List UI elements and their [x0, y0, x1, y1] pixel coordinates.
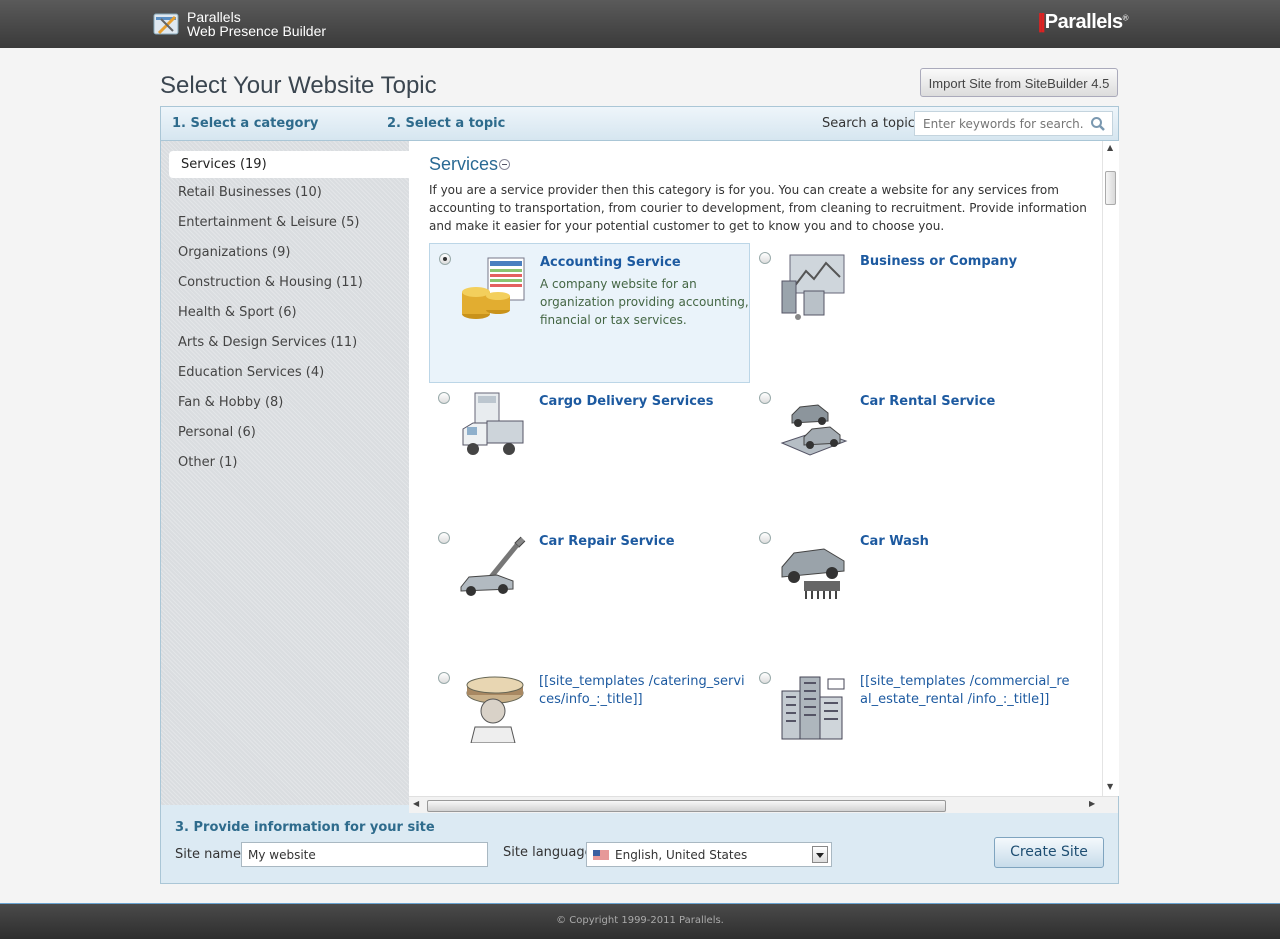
- topic-item-commercial-real-estate[interactable]: [[site_templates /commercial_real_estate…: [750, 663, 1071, 796]
- topic-description: A company website for an organization pr…: [540, 277, 749, 327]
- page-title: Select Your Website Topic: [160, 72, 437, 99]
- topic-title[interactable]: Car Repair Service: [539, 533, 749, 551]
- search-icon[interactable]: [1090, 116, 1106, 132]
- top-bar: Parallels Web Presence Builder || Paralle…: [0, 0, 1280, 48]
- topic-radio[interactable]: [438, 392, 450, 404]
- app-name-line1: Parallels: [187, 9, 241, 25]
- collapse-icon[interactable]: [499, 159, 510, 170]
- topic-item-car-wash[interactable]: Car Wash: [750, 523, 1071, 663]
- vertical-scroll-thumb[interactable]: [1105, 171, 1116, 205]
- wizard-panel: 1. Select a category 2. Select a topic S…: [160, 106, 1119, 884]
- truck-icon: [462, 392, 524, 455]
- horizontal-scrollbar[interactable]: ◀ ▶: [409, 796, 1118, 813]
- vendor-logo: || Parallels®: [1037, 11, 1129, 34]
- create-site-button[interactable]: Create Site: [994, 837, 1104, 868]
- copyright-text: © Copyright 1999-2011 Parallels.: [556, 915, 724, 926]
- topic-item-car-rental[interactable]: Car Rental Service: [750, 383, 1071, 523]
- topic-item-car-repair[interactable]: Car Repair Service: [429, 523, 750, 663]
- category-item-organizations[interactable]: Organizations (9): [178, 245, 290, 260]
- topic-radio[interactable]: [759, 672, 771, 684]
- topic-item-catering[interactable]: [[site_templates /catering_services/info…: [429, 663, 750, 796]
- app-logo-icon: [153, 13, 179, 35]
- category-item-arts[interactable]: Arts & Design Services (11): [178, 335, 357, 350]
- step3-label: 3. Provide information for your site: [175, 820, 435, 835]
- topic-radio[interactable]: [759, 392, 771, 404]
- topic-item-business[interactable]: Business or Company: [750, 243, 1071, 383]
- category-item-personal[interactable]: Personal (6): [178, 425, 256, 440]
- office-icon: [781, 254, 845, 320]
- category-item-other[interactable]: Other (1): [178, 455, 237, 470]
- topic-item-cargo[interactable]: Cargo Delivery Services: [429, 383, 750, 523]
- search-label: Search a topic: [822, 116, 915, 131]
- import-site-button[interactable]: Import Site from SiteBuilder 4.5: [920, 68, 1118, 97]
- topic-radio[interactable]: [759, 252, 771, 264]
- section-description: If you are a service provider then this …: [429, 183, 1087, 233]
- cars-icon: [780, 404, 848, 456]
- scroll-up-icon[interactable]: ▲: [1107, 143, 1113, 152]
- site-name-input[interactable]: [241, 842, 488, 867]
- category-item-education[interactable]: Education Services (4): [178, 365, 324, 380]
- site-language-value: English, United States: [615, 848, 748, 862]
- vendor-logo-reg: ®: [1122, 13, 1129, 23]
- site-language-select[interactable]: English, United States: [586, 842, 832, 867]
- car-lift-icon: [460, 536, 526, 596]
- category-item-fan-hobby[interactable]: Fan & Hobby (8): [178, 395, 283, 410]
- buildings-icon: [781, 676, 845, 740]
- chef-cake-icon: [466, 676, 524, 743]
- category-item-entertainment[interactable]: Entertainment & Leisure (5): [178, 215, 359, 230]
- category-item-retail[interactable]: Retail Businesses (10): [178, 185, 322, 200]
- vertical-scrollbar[interactable]: ▲ ▼: [1102, 141, 1119, 796]
- site-language-label: Site language: [503, 845, 593, 860]
- topic-radio[interactable]: [438, 532, 450, 544]
- scroll-left-icon[interactable]: ◀: [413, 799, 419, 808]
- category-sidebar: Services (19) Retail Businesses (10) Ent…: [161, 141, 409, 805]
- topic-title[interactable]: Car Wash: [860, 533, 1070, 551]
- topic-list: Services If you are a service provider t…: [409, 141, 1102, 796]
- topic-radio[interactable]: [439, 253, 451, 265]
- footer: © Copyright 1999-2011 Parallels.: [0, 903, 1280, 939]
- topic-radio[interactable]: [759, 532, 771, 544]
- topic-title[interactable]: [[site_templates /commercial_real_estate…: [860, 673, 1070, 709]
- coins-ledger-icon: [462, 257, 525, 319]
- category-item-health[interactable]: Health & Sport (6): [178, 305, 297, 320]
- topic-item-accounting[interactable]: Accounting Service A company website for…: [429, 243, 750, 383]
- scroll-right-icon[interactable]: ▶: [1089, 799, 1095, 808]
- chevron-down-icon[interactable]: [812, 846, 828, 863]
- vendor-logo-text: Parallels: [1044, 11, 1123, 33]
- step2-label: 2. Select a topic: [387, 116, 506, 131]
- category-item-construction[interactable]: Construction & Housing (11): [178, 275, 363, 290]
- site-name-label: Site name: [175, 847, 241, 862]
- vendor-logo-mark: ||: [1037, 11, 1046, 33]
- car-wash-icon: [781, 548, 845, 599]
- topic-title[interactable]: Car Rental Service: [860, 393, 1070, 411]
- section-title: Services: [429, 154, 499, 174]
- topic-title[interactable]: Cargo Delivery Services: [539, 393, 749, 411]
- search-box: [914, 111, 1113, 136]
- topic-title[interactable]: [[site_templates /catering_services/info…: [539, 673, 749, 709]
- step1-label: 1. Select a category: [172, 116, 319, 131]
- category-item-services[interactable]: Services (19): [169, 151, 409, 178]
- us-flag-icon: [593, 850, 609, 861]
- app-name-line2: Web Presence Builder: [187, 23, 327, 39]
- steps-header: 1. Select a category 2. Select a topic S…: [161, 107, 1118, 141]
- horizontal-scroll-thumb[interactable]: [427, 800, 946, 812]
- topic-radio[interactable]: [438, 672, 450, 684]
- topic-title[interactable]: Accounting Service: [540, 254, 750, 272]
- search-input[interactable]: [915, 112, 1093, 135]
- topic-title[interactable]: Business or Company: [860, 253, 1070, 271]
- scroll-down-icon[interactable]: ▼: [1107, 782, 1113, 791]
